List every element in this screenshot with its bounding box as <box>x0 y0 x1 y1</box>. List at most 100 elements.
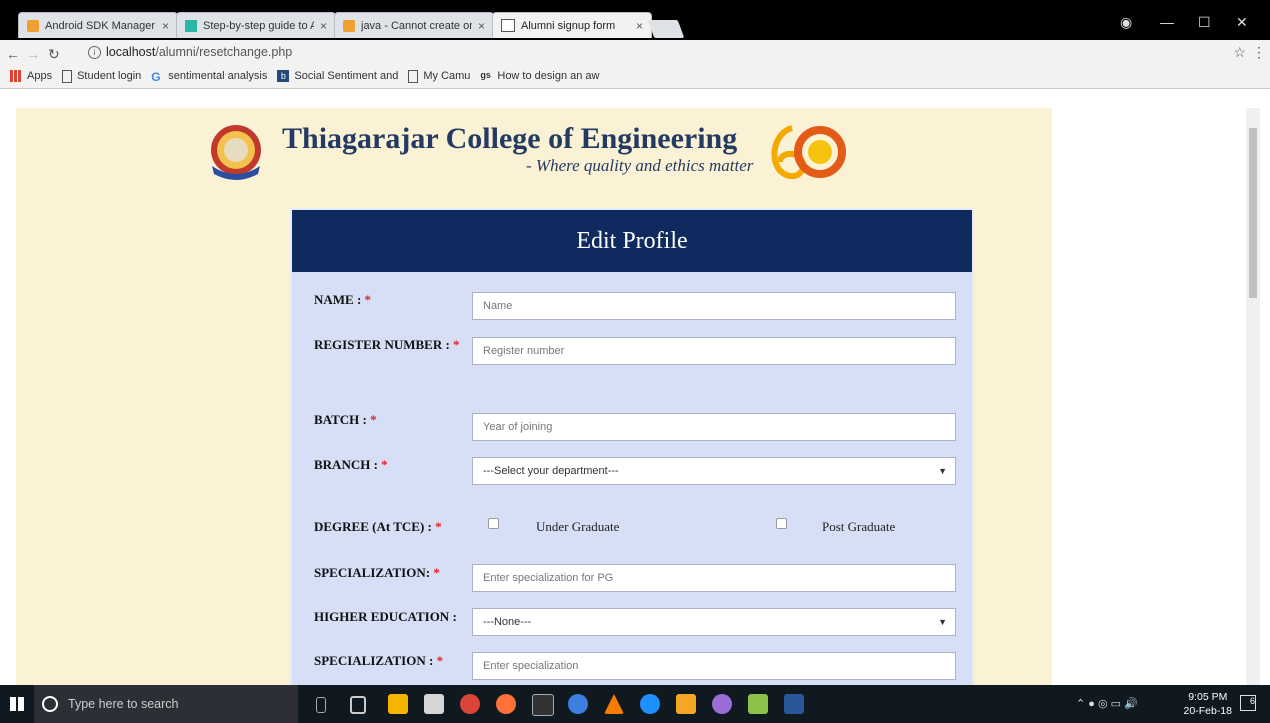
bookmark-label: Social Sentiment and <box>294 70 399 82</box>
word-icon[interactable] <box>784 694 804 714</box>
address-bar[interactable]: i localhost/alumni/resetchange.php ☆ <box>88 42 1260 62</box>
scrollbar-thumb[interactable] <box>1249 128 1257 298</box>
tab-step-by-step[interactable]: Step-by-step guide to Ac × <box>176 12 336 38</box>
forward-icon[interactable]: → <box>26 46 40 62</box>
chrome-icon[interactable] <box>460 694 480 714</box>
notification-icon[interactable]: 6 <box>1240 695 1256 711</box>
vertical-scrollbar[interactable] <box>1246 108 1260 685</box>
close-icon[interactable]: × <box>478 19 485 33</box>
star-icon[interactable]: ☆ <box>1233 44 1246 61</box>
specialization-input[interactable]: Enter specialization <box>472 652 956 680</box>
sublime-icon[interactable] <box>676 694 696 714</box>
branch-label: BRANCH : * <box>314 457 388 473</box>
site-icon <box>185 19 197 32</box>
bookmark-label: sentimental analysis <box>168 70 268 82</box>
higher-education-selected-value: ---None--- <box>483 616 532 628</box>
reload-icon[interactable]: ↻ <box>48 46 60 63</box>
android-studio-icon[interactable] <box>748 694 768 714</box>
name-label: NAME : * <box>314 292 371 308</box>
cortana-icon <box>42 696 58 712</box>
firefox-icon[interactable] <box>496 694 516 714</box>
required-mark: * <box>433 565 440 580</box>
close-icon[interactable]: × <box>636 19 643 33</box>
maximize-icon[interactable]: ☐ <box>1198 14 1211 31</box>
required-mark: * <box>436 653 444 668</box>
tab-title: Step-by-step guide to Ac <box>203 19 314 32</box>
dropdown-arrow-icon: ▼ <box>938 617 947 627</box>
page-icon <box>408 69 419 83</box>
required-mark: * <box>453 337 460 352</box>
bookmark-student-login[interactable]: Student login <box>62 69 142 83</box>
branch-selected-value: ---Select your department--- <box>483 465 619 477</box>
browser-toolbar: ← → ↻ i localhost/alumni/resetchange.php… <box>0 40 1270 89</box>
dropdown-arrow-icon: ▼ <box>938 466 947 476</box>
bookmark-label: Apps <box>27 70 53 82</box>
bookmark-how-to-design[interactable]: gs How to design an aw <box>480 70 599 82</box>
close-icon[interactable]: × <box>162 19 169 33</box>
label-text: BRANCH : <box>314 457 378 472</box>
google-icon: G <box>151 70 161 84</box>
menu-icon[interactable]: ⋮ <box>1252 44 1266 61</box>
bookmark-social-sentiment[interactable]: b Social Sentiment and <box>277 70 398 82</box>
url-host: localhost <box>106 45 156 59</box>
label-text: BATCH : <box>314 412 367 427</box>
back-icon[interactable]: ← <box>6 46 20 62</box>
close-window-icon[interactable]: ✕ <box>1236 14 1248 31</box>
college-name: Thiagarajar College of Engineering <box>282 122 738 155</box>
tab-strip: Android SDK Manager N × Step-by-step gui… <box>0 0 1270 40</box>
eclipse-icon[interactable] <box>712 694 732 714</box>
windows-start-icon[interactable] <box>10 697 24 711</box>
taskbar-search[interactable]: Type here to search <box>34 685 298 723</box>
bookmark-my-camu[interactable]: My Camu <box>408 69 471 83</box>
bookmark-label: Student login <box>77 70 142 82</box>
vlc-icon[interactable] <box>604 694 624 714</box>
app-icon[interactable] <box>568 694 588 714</box>
specialization-label: SPECIALIZATION : * <box>314 653 443 669</box>
microphone-icon[interactable] <box>316 697 326 713</box>
close-icon[interactable]: × <box>320 19 327 33</box>
edge-icon[interactable] <box>640 694 660 714</box>
degree-label: DEGREE (At TCE) : * <box>314 519 442 535</box>
tab-alumni-signup[interactable]: Alumni signup form × <box>492 12 652 38</box>
clock-date: 20-Feb-18 <box>1183 705 1232 717</box>
info-icon[interactable]: i <box>88 45 101 59</box>
notification-count: 6 <box>1249 696 1255 706</box>
page-icon <box>501 19 515 32</box>
tab-android-sdk[interactable]: Android SDK Manager N × <box>18 12 178 38</box>
required-mark: * <box>381 457 388 472</box>
profile-icon[interactable]: ◉ <box>1120 14 1132 31</box>
bookmark-label: My Camu <box>423 70 471 82</box>
url-path: /alumni/resetchange.php <box>155 45 293 59</box>
label-text: DEGREE (At TCE) : <box>314 519 432 534</box>
register-number-input[interactable]: Register number <box>472 337 956 365</box>
under-graduate-checkbox[interactable] <box>488 518 499 529</box>
bookmark-sentimental[interactable]: Gsentimental analysis <box>151 70 268 84</box>
higher-education-select[interactable]: ---None--- ▼ <box>472 608 956 636</box>
file-explorer-icon[interactable] <box>388 694 408 714</box>
bookmark-apps[interactable]: Apps <box>10 70 52 82</box>
store-icon[interactable] <box>424 694 444 714</box>
b-icon: b <box>277 70 290 82</box>
batch-input[interactable]: Year of joining <box>472 413 956 441</box>
clock[interactable]: 9:05 PM 20-Feb-18 <box>1184 690 1232 718</box>
post-graduate-checkbox[interactable] <box>776 518 787 529</box>
label-text: SPECIALIZATION : <box>314 653 434 668</box>
right-blank-panel <box>1052 108 1260 685</box>
branch-select[interactable]: ---Select your department--- ▼ <box>472 457 956 485</box>
specialization-pg-input[interactable]: Enter specialization for PG <box>472 564 956 592</box>
label-text: SPECIALIZATION: <box>314 565 431 580</box>
clock-time: 9:05 PM <box>1188 691 1228 703</box>
college-emblem-icon <box>211 125 261 180</box>
tab-java[interactable]: java - Cannot create or e × <box>334 12 494 38</box>
task-view-icon[interactable] <box>350 696 366 714</box>
required-mark: * <box>370 412 377 427</box>
college-tagline: - Where quality and ethics matter <box>526 156 754 175</box>
higher-education-label: HIGHER EDUCATION : <box>314 609 457 624</box>
search-placeholder: Type here to search <box>68 697 179 711</box>
name-input[interactable]: Name <box>472 292 956 320</box>
new-tab-button[interactable] <box>647 20 685 38</box>
system-tray-icons[interactable]: ⌃ ● ◎ ▭ 🔊 <box>1076 697 1138 710</box>
minimize-icon[interactable]: — <box>1160 14 1174 30</box>
label-text: NAME : <box>314 292 362 307</box>
terminal-icon[interactable] <box>532 694 554 716</box>
